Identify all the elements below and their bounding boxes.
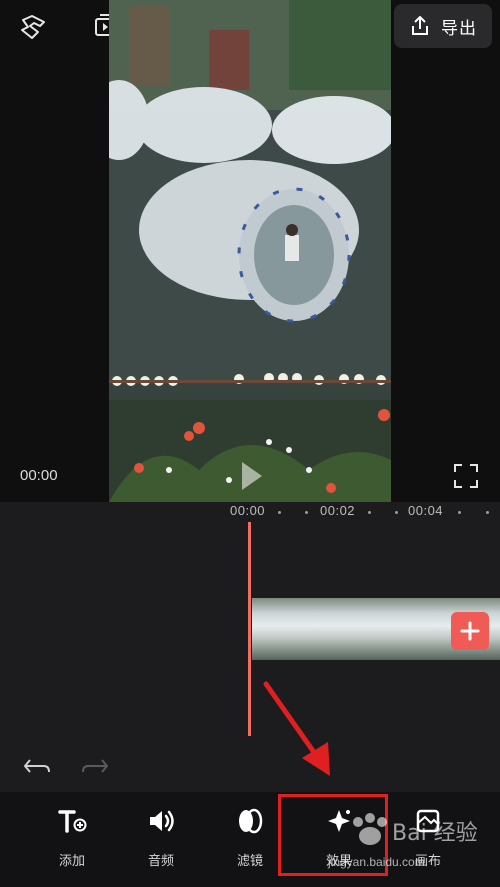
undo-icon[interactable] <box>22 756 52 778</box>
brand-logo-icon[interactable] <box>18 12 48 42</box>
tool-audio[interactable]: 音频 <box>126 806 196 876</box>
svg-text:Bai 经验: Bai 经验 <box>392 821 478 846</box>
tool-label: 添加 <box>58 853 85 868</box>
export-label: 导出 <box>441 18 477 38</box>
clip-thumbnail <box>252 598 315 660</box>
clip-thumbnail <box>376 598 439 660</box>
ruler-tick <box>305 511 308 514</box>
clip-thumbnail <box>314 598 377 660</box>
video-preview[interactable] <box>109 0 391 502</box>
tool-add-text[interactable]: 添加 <box>37 806 107 876</box>
speaker-icon <box>150 810 174 832</box>
ruler-label-2: 00:04 <box>408 503 444 518</box>
ruler-tick <box>395 511 398 514</box>
playhead[interactable] <box>248 522 251 736</box>
share-upload-icon <box>412 16 428 35</box>
tool-filter[interactable]: 滤镜 <box>215 806 285 876</box>
ruler-tick <box>278 511 281 514</box>
ruler-tick <box>368 511 371 514</box>
fullscreen-icon[interactable] <box>452 462 480 490</box>
plus-icon <box>460 621 480 641</box>
ruler-tick <box>486 511 489 514</box>
tool-label: 滤镜 <box>236 853 263 868</box>
filter-icon <box>239 808 263 834</box>
tool-label: 音频 <box>147 853 174 868</box>
text-add-icon <box>58 810 87 833</box>
add-clip-button[interactable] <box>451 612 489 650</box>
ruler-tick <box>458 511 461 514</box>
video-frame-image <box>109 0 391 502</box>
export-button[interactable]: 导出 <box>394 4 492 48</box>
watermark-text: jingyan.baidu.com <box>328 855 425 869</box>
annotation-arrow-icon <box>263 681 330 776</box>
ruler-label-1: 00:02 <box>320 503 356 518</box>
ruler-label-0: 00:00 <box>230 503 266 518</box>
current-time: 00:00 <box>20 467 58 484</box>
redo-icon[interactable] <box>80 756 110 778</box>
